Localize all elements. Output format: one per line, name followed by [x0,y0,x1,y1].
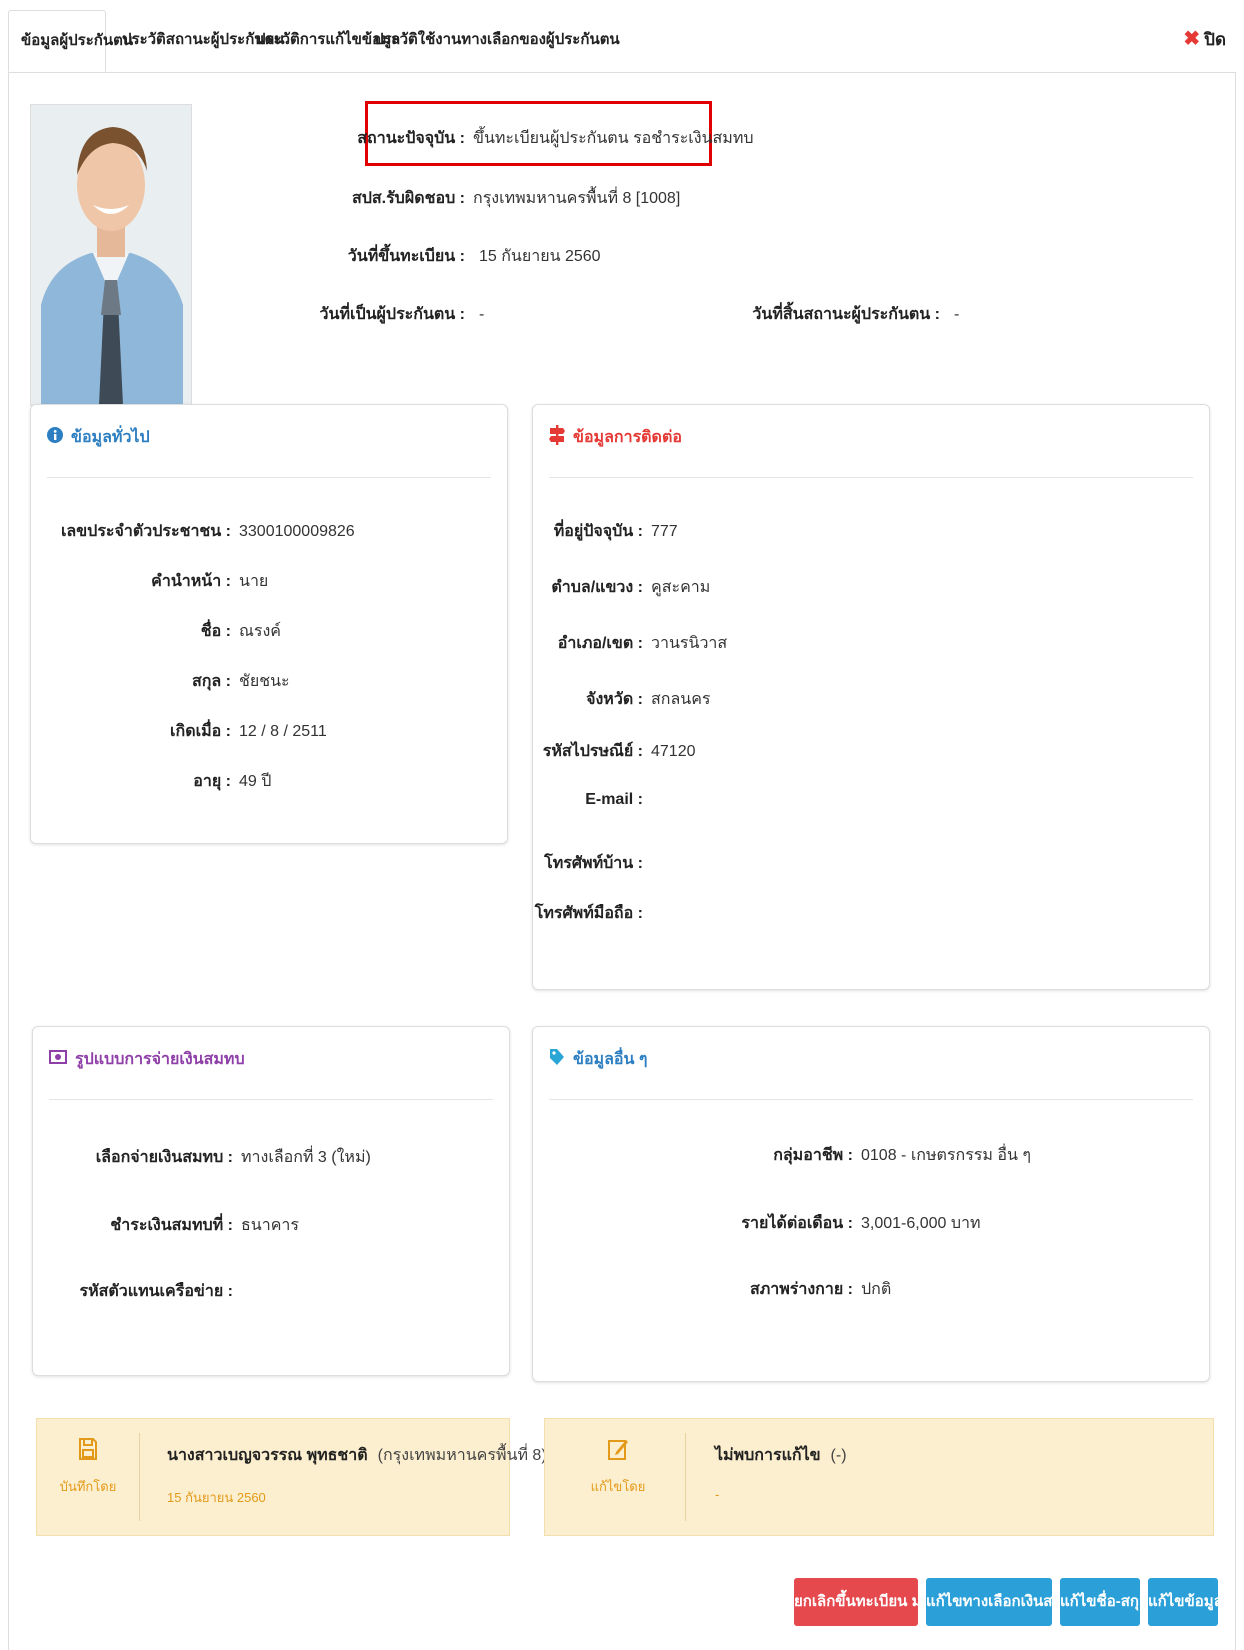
general-info-panel: ข้อมูลทั่วไป เลขประจำตัวประชาชน :3300100… [30,404,508,844]
divider [685,1433,686,1521]
divider [49,1099,493,1100]
tab-insured-info[interactable]: ข้อมูลผู้ประกันตน [8,10,133,72]
contact-row-district: อำเภอ/เขต : วานรนิวาส [557,635,728,652]
other-row-physical: สภาพร่างกาย : ปกติ [749,1281,892,1298]
divider [47,477,491,478]
general-info-title: ข้อมูลทั่วไป [47,425,150,450]
edited-by-box: แก้ไขโดย ไม่พบการแก้ไข (-) - [544,1418,1214,1536]
registration-date-row: วันที่ขึ้นทะเบียน :15 กันยายน 2560 [347,248,601,265]
money-icon [49,1049,67,1070]
edit-icon [545,1437,691,1466]
edit-payment-option-button[interactable]: แก้ไขทางเลือกเงินสมทบ [926,1578,1082,1626]
payment-panel: รูปแบบการจ่ายเงินสมทบ เลือกจ่ายเงินสมทบ … [32,1026,510,1376]
info-icon [47,427,63,448]
general-row-age: อายุ :49 ปี [193,773,272,790]
saved-by-caption-block: บันทึกโดย [37,1437,139,1497]
divider [549,1099,1193,1100]
payment-title: รูปแบบการจ่ายเงินสมทบ [49,1047,245,1072]
contact-row-subdistrict: ตำบล/แขวง : คูสะคาม [551,579,711,596]
current-status-value: ขึ้นทะเบียนผู้ประกันตน รอชำระเงินสมทบ [473,130,754,147]
contact-row-mobile: โทรศัพท์มือถือ : [534,905,643,922]
tab-bar: ข้อมูลผู้ประกันตน ประวัติสถานะผู้ประกันต… [8,10,1236,73]
signpost-icon [549,425,565,450]
payment-row-channel: ชำระเงินสมทบที่ : ธนาคาร [110,1217,299,1234]
divider [549,477,1193,478]
contact-row-email: E-mail : [585,791,643,808]
edit-name-button[interactable]: แก้ไขชื่อ-สกุล [1060,1578,1148,1626]
payment-row-agent: รหัสตัวแทนเครือข่าย : [79,1283,233,1300]
saved-by-date: 15 กันยายน 2560 [167,1490,266,1505]
contact-row-province: จังหวัด : สกลนคร [586,691,711,708]
contact-row-postcode: รหัสไปรษณีย์ :47120 [542,743,696,760]
cancel-registration-button[interactable]: ยกเลิกขึ้นทะเบียน ม.40 [794,1578,942,1626]
contact-row-home-phone: โทรศัพท์บ้าน : [544,855,643,872]
close-icon: ✖ [1183,28,1201,50]
general-row-id: เลขประจำตัวประชาชน :3300100009826 [60,523,355,540]
other-info-title: ข้อมูลอื่น ๆ [549,1047,647,1072]
tag-icon [549,1048,565,1071]
contact-info-panel: ข้อมูลการติดต่อ ที่อยู่ปัจจุบัน :777 ตำบ… [532,404,1210,990]
other-info-panel: ข้อมูลอื่น ๆ กลุ่มอาชีพ :0108 - เกษตรกรร… [532,1026,1210,1382]
divider [139,1433,140,1521]
tab-option-history[interactable]: ประวัติใช้งานทางเลือกของผู้ประกันตน [362,10,632,72]
saved-by-name-line: นางสาวเบญจวรรณ พุทธชาติ (กรุงเทพมหานครพื้… [167,1447,547,1464]
edited-by-name-line: ไม่พบการแก้ไข (-) [715,1447,847,1464]
save-icon [37,1437,139,1466]
insured-date-row: วันที่เป็นผู้ประกันตน :- [319,306,485,323]
end-date-row: วันที่สิ้นสถานะผู้ประกันตน :- [752,306,960,323]
edited-by-caption-block: แก้ไขโดย [545,1437,691,1497]
office-row: สปส.รับผิดชอบ : กรุงเทพมหานครพื้นที่ 8 [1… [351,190,681,207]
general-row-title: คำนำหน้า : นาย [151,573,269,590]
close-button[interactable]: ✖ ปิด [1183,26,1226,53]
insured-photo [30,104,192,406]
saved-by-box: บันทึกโดย นางสาวเบญจวรรณ พุทธชาติ (กรุงเท… [36,1418,547,1536]
general-row-birthdate: เกิดเมื่อ :12 / 8 / 2511 [170,723,327,740]
other-row-income: รายได้ต่อเดือน :3,001-6,000 บาท [741,1215,981,1232]
edited-by-date: - [715,1487,720,1502]
contact-row-address: ที่อยู่ปัจจุบัน :777 [553,523,678,540]
payment-row-option: เลือกจ่ายเงินสมทบ : ทางเลือกที่ 3 (ใหม่) [95,1149,371,1166]
current-status-row: สถานะปัจจุบัน : ขึ้นทะเบียนผู้ประกันตน รอ… [357,130,754,147]
other-row-occupation: กลุ่มอาชีพ :0108 - เกษตรกรรม อื่น ๆ [773,1147,1031,1164]
general-row-firstname: ชื่อ : ณรงค์ [200,623,281,640]
contact-info-title: ข้อมูลการติดต่อ [549,425,682,450]
edit-data-button[interactable]: แก้ไขข้อมูล [1148,1578,1223,1626]
general-row-lastname: สกุล : ชัยชนะ [191,673,290,690]
